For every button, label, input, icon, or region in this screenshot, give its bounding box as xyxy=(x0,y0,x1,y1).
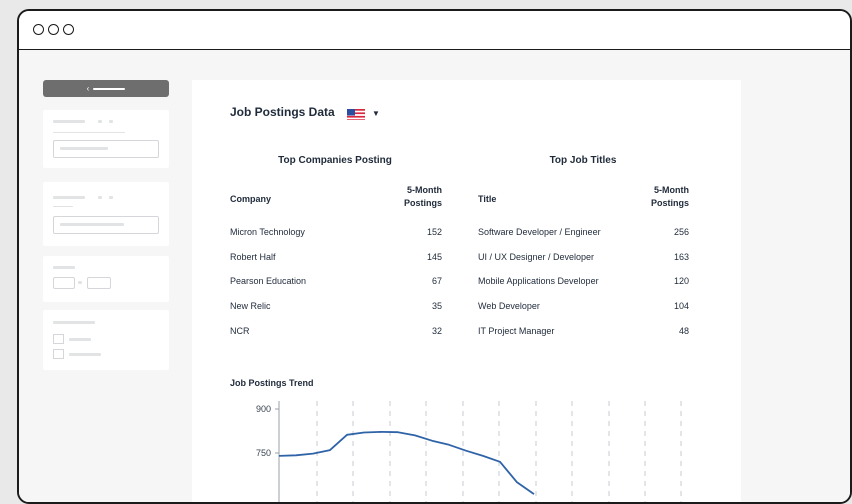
table-row-value: 48 xyxy=(678,325,689,336)
table-row-name: Pearson Education xyxy=(230,276,307,287)
company-column-header: Company xyxy=(230,194,272,204)
placeholder-dot xyxy=(78,281,82,284)
trend-title: Job Postings Trend xyxy=(230,378,314,388)
chevron-down-icon[interactable]: ▼ xyxy=(372,109,380,118)
chevron-left-icon: ‹ xyxy=(86,83,90,93)
minimize-window-button[interactable] xyxy=(48,24,59,35)
placeholder-range-min[interactable] xyxy=(53,277,75,289)
y-tick-label: 750 xyxy=(256,448,271,458)
sidebar-filter-card-3 xyxy=(43,256,169,302)
placeholder-line xyxy=(53,196,85,199)
placeholder-range-max[interactable] xyxy=(87,277,111,289)
table-row-name: Robert Half xyxy=(230,251,276,262)
placeholder-input[interactable] xyxy=(53,140,159,158)
header-line: 5-Month xyxy=(407,185,442,195)
placeholder-line xyxy=(53,132,125,133)
top-companies-title: Top Companies Posting xyxy=(278,155,392,166)
placeholder-line xyxy=(53,120,85,123)
sidebar-filter-card-2 xyxy=(43,182,169,246)
company-postings-column-header: 5-Month Postings xyxy=(382,184,442,210)
table-row-value: 35 xyxy=(431,301,442,312)
sidebar-filter-card-4 xyxy=(43,310,169,370)
table-row-value: 256 xyxy=(673,227,689,237)
table-row-value: 152 xyxy=(426,227,442,237)
placeholder-line xyxy=(53,321,95,324)
table-row-name: Software Developer / Engineer xyxy=(478,227,601,237)
placeholder-checkbox[interactable] xyxy=(53,349,64,359)
trend-chart: 900 750 xyxy=(256,401,682,502)
top-job-titles-title: Top Job Titles xyxy=(549,155,617,166)
table-row-name: New Relic xyxy=(230,301,271,312)
back-button[interactable]: ‹ xyxy=(43,80,169,97)
header-line: 5-Month xyxy=(654,185,689,195)
table-row-name: Web Developer xyxy=(478,301,540,312)
placeholder-line xyxy=(53,206,73,207)
table-row-name: UI / UX Designer / Developer xyxy=(478,251,595,262)
placeholder-line xyxy=(69,338,91,341)
placeholder-dot xyxy=(109,120,113,123)
close-window-button[interactable] xyxy=(33,24,44,35)
placeholder-line xyxy=(60,223,124,226)
maximize-window-button[interactable] xyxy=(63,24,74,35)
table-row-value: 67 xyxy=(431,276,442,287)
title-column-header: Title xyxy=(478,194,497,204)
title-postings-column-header: 5-Month Postings xyxy=(629,184,689,210)
content-area: ‹ Job Postings Data ▼ Top Companies Post… xyxy=(19,50,850,502)
title-bar xyxy=(19,11,850,50)
page-title: Job Postings Data xyxy=(230,105,335,119)
back-label-placeholder xyxy=(93,87,126,90)
app-window: ‹ Job Postings Data ▼ Top Companies Post… xyxy=(17,9,852,504)
table-row-name: Micron Technology xyxy=(230,227,305,237)
table-row-value: 32 xyxy=(431,325,442,336)
placeholder-checkbox[interactable] xyxy=(53,334,64,344)
window-controls xyxy=(33,24,74,35)
header-line: Postings xyxy=(403,198,442,208)
table-row-name: IT Project Manager xyxy=(478,325,555,336)
placeholder-line xyxy=(60,147,108,150)
placeholder-line xyxy=(69,353,101,356)
table-row-name: Mobile Applications Developer xyxy=(478,276,599,287)
job-postings-card: Job Postings Data ▼ Top Companies Postin… xyxy=(192,80,741,502)
placeholder-dot xyxy=(98,120,102,123)
table-row-value: 104 xyxy=(673,301,689,312)
table-row-value: 163 xyxy=(673,251,689,262)
us-flag-icon[interactable] xyxy=(347,108,365,120)
placeholder-line xyxy=(53,266,75,269)
y-tick-label: 900 xyxy=(256,404,271,414)
table-row-value: 145 xyxy=(426,251,442,262)
placeholder-input[interactable] xyxy=(53,216,159,234)
sidebar-filter-card-1 xyxy=(43,110,169,168)
table-row-value: 120 xyxy=(673,276,689,287)
placeholder-dot xyxy=(109,196,113,199)
table-row-name: NCR xyxy=(230,325,250,336)
header-line: Postings xyxy=(650,198,689,208)
placeholder-dot xyxy=(98,196,102,199)
